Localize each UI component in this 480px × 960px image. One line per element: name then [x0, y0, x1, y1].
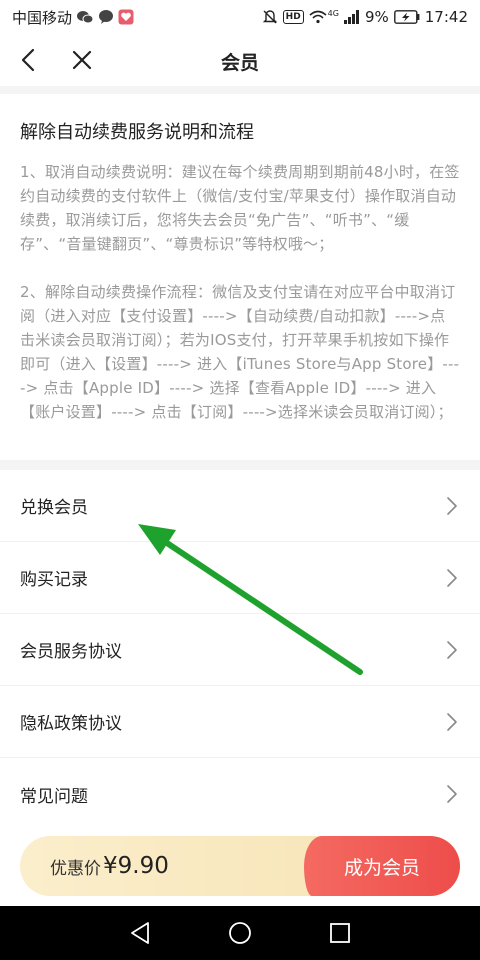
- clock-time: 17:42: [424, 8, 468, 26]
- battery-icon: [393, 10, 420, 24]
- menu-item-purchase-history[interactable]: 购买记录: [0, 542, 480, 614]
- mute-icon: [262, 9, 278, 25]
- price-label: 优惠价: [50, 858, 101, 879]
- page-title: 会员: [220, 52, 259, 74]
- wechat-icon: [76, 9, 94, 25]
- member-menu: 兑换会员 购买记录 会员服务协议 隐私政策协议 常见问题: [0, 470, 480, 830]
- become-member-button[interactable]: 成为会员: [304, 836, 460, 896]
- menu-item-label: 会员服务协议: [20, 642, 122, 662]
- menu-item-redeem[interactable]: 兑换会员: [0, 470, 480, 542]
- purchase-pill: 优惠价 ¥9.90 成为会员: [20, 836, 460, 896]
- price-value: ¥9.90: [103, 853, 169, 879]
- purchase-bar: 优惠价 ¥9.90 成为会员: [0, 826, 480, 906]
- app-badge-icon: [118, 9, 134, 25]
- home-circle-icon[interactable]: [220, 913, 260, 953]
- signal-icon: [343, 10, 360, 24]
- section-divider: [0, 460, 480, 470]
- recents-square-icon[interactable]: [320, 913, 360, 953]
- menu-item-service-agreement[interactable]: 会员服务协议: [0, 614, 480, 686]
- info-paragraph-steps: 2、解除自动续费操作流程：微信及支付宝请在对应平台中取消订阅（进入对应【支付设置…: [20, 283, 460, 421]
- battery-percent: 9%: [364, 8, 389, 26]
- chevron-right-icon: [444, 710, 460, 734]
- wifi-icon: [309, 10, 327, 24]
- header-divider: [0, 86, 480, 94]
- hd-badge: HD: [282, 10, 304, 24]
- menu-item-privacy-policy[interactable]: 隐私政策协议: [0, 686, 480, 758]
- back-triangle-icon[interactable]: [120, 913, 160, 953]
- chat-bubble-icon: [98, 9, 114, 25]
- carrier-name: 中国移动: [12, 8, 73, 27]
- page-header: 会员: [0, 34, 480, 86]
- auto-renew-info: 解除自动续费服务说明和流程 1、取消自动续费说明：建议在每个续费周期到期前48小…: [0, 94, 480, 460]
- system-nav-bar: [0, 906, 480, 960]
- menu-item-label: 购买记录: [20, 570, 88, 590]
- chevron-right-icon: [444, 782, 460, 806]
- menu-item-label: 兑换会员: [20, 498, 88, 518]
- menu-item-label: 常见问题: [20, 786, 88, 807]
- chevron-right-icon: [444, 566, 460, 590]
- chevron-right-icon: [444, 638, 460, 662]
- network-type: 4G: [327, 8, 339, 18]
- info-paragraph-cancel: 1、取消自动续费说明：建议在每个续费周期到期前48小时，在签约自动续费的支付软件…: [20, 163, 460, 253]
- info-title: 解除自动续费服务说明和流程: [20, 122, 254, 143]
- status-bar: 中国移动 HD 4G 9% 17:42: [0, 0, 480, 34]
- chevron-right-icon: [444, 494, 460, 518]
- menu-item-faq[interactable]: 常见问题: [0, 758, 480, 830]
- menu-item-label: 隐私政策协议: [20, 714, 122, 734]
